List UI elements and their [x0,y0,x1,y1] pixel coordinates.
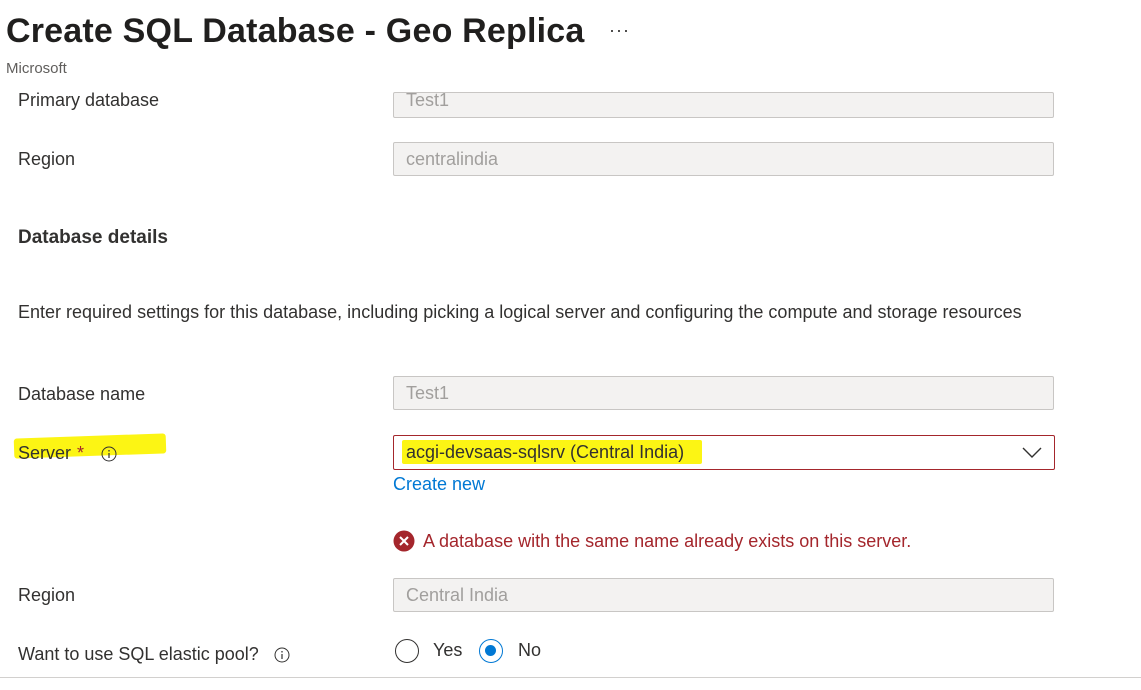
validation-error: A database with the same name already ex… [393,530,912,552]
primary-region-field: centralindia [393,142,1054,176]
server-dropdown-value: acgi-devsaas-sqlsrv (Central India) [406,442,685,462]
page-title: Create SQL Database - Geo Replica [6,12,585,50]
error-circle-icon [393,530,415,552]
publisher-label: Microsoft [6,60,67,77]
elastic-pool-yes-label[interactable]: Yes [433,640,462,661]
elastic-pool-label-row: Want to use SQL elastic pool? [18,644,290,665]
required-asterisk: * [77,443,85,463]
primary-database-value: Test1 [406,92,450,110]
elastic-pool-yes-radio[interactable] [395,639,419,663]
create-new-server-link[interactable]: Create new [393,474,485,495]
primary-region-label: Region [18,149,76,169]
chevron-down-icon [1022,447,1042,458]
region-field: Central India [393,578,1054,612]
database-details-description: Enter required settings for this databas… [18,302,1022,322]
server-label: Server [18,443,72,463]
database-details-heading: Database details [18,227,168,248]
divider [0,677,1141,678]
info-icon[interactable] [101,446,117,462]
database-name-value: Test1 [406,383,450,403]
elastic-pool-no-radio[interactable] [479,639,503,663]
info-icon[interactable] [274,647,290,663]
primary-database-field: Test1 [393,92,1054,118]
primary-region-value: centralindia [406,149,499,169]
database-name-field: Test1 [393,376,1054,410]
database-name-label: Database name [18,384,146,404]
region-label: Region [18,585,76,605]
error-message: A database with the same name already ex… [423,531,912,551]
create-geo-replica-page: Create SQL Database - Geo Replica ··· Mi… [0,0,1141,690]
server-label-row: Server * [18,443,117,464]
region-value: Central India [406,585,509,605]
server-dropdown[interactable]: acgi-devsaas-sqlsrv (Central India) [393,435,1055,470]
elastic-pool-no-label[interactable]: No [518,640,541,661]
primary-database-label: Primary database [18,90,160,110]
more-options-icon[interactable]: ··· [609,20,630,41]
elastic-pool-label: Want to use SQL elastic pool? [18,644,259,664]
